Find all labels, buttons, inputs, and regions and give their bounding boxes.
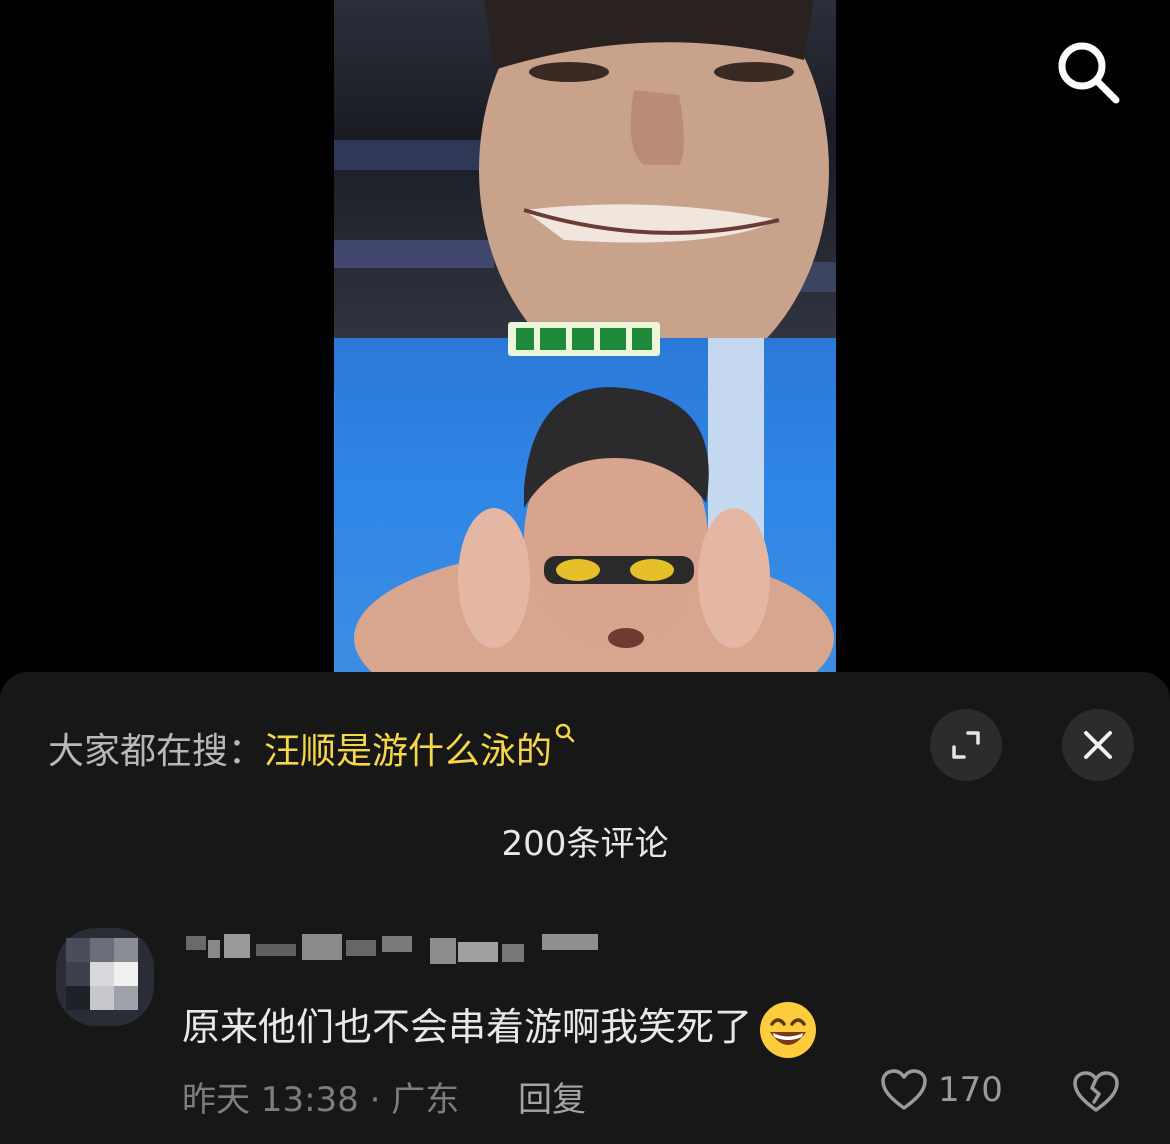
- expand-icon: [952, 731, 980, 759]
- video-frame-top: [334, 0, 836, 390]
- trending-prefix: 大家都在搜：: [48, 731, 265, 772]
- trending-query[interactable]: 汪顺是游什么泳的: [264, 731, 552, 772]
- subtitle-strip: [508, 322, 660, 356]
- comment-meta: 昨天 13:38 · 广东: [182, 1080, 460, 1120]
- close-icon: [1084, 731, 1112, 759]
- pixelated-avatar: [56, 928, 154, 1026]
- comment-body: 原来他们也不会串着游啊我笑死了: [182, 1005, 753, 1049]
- heart-icon: [881, 1069, 927, 1110]
- swimmer-image: [354, 338, 834, 672]
- grinning-face-emoji: [760, 1001, 817, 1058]
- athlete-face-image: [334, 0, 836, 390]
- like-count: 170: [938, 1070, 1003, 1110]
- search-button[interactable]: [1050, 34, 1126, 110]
- comment-text: 原来他们也不会串着游啊我笑死了: [182, 996, 818, 1060]
- broken-heart-icon: [1073, 1071, 1119, 1112]
- close-button[interactable]: [1062, 709, 1134, 781]
- dislike-button[interactable]: [1072, 1070, 1120, 1118]
- username-pixelated[interactable]: [186, 930, 606, 970]
- comment-count: 200条评论: [501, 824, 669, 864]
- small-search-icon: [555, 723, 575, 743]
- video-player[interactable]: [334, 0, 836, 672]
- search-icon: [1058, 42, 1120, 104]
- trending-search[interactable]: 大家都在搜：汪顺是游什么泳的: [48, 722, 576, 774]
- avatar[interactable]: [56, 914, 154, 1032]
- expand-button[interactable]: [930, 709, 1002, 781]
- like-button[interactable]: 170: [880, 1068, 1003, 1112]
- video-frame-bottom: [334, 338, 836, 672]
- reply-button[interactable]: 回复: [518, 1072, 586, 1121]
